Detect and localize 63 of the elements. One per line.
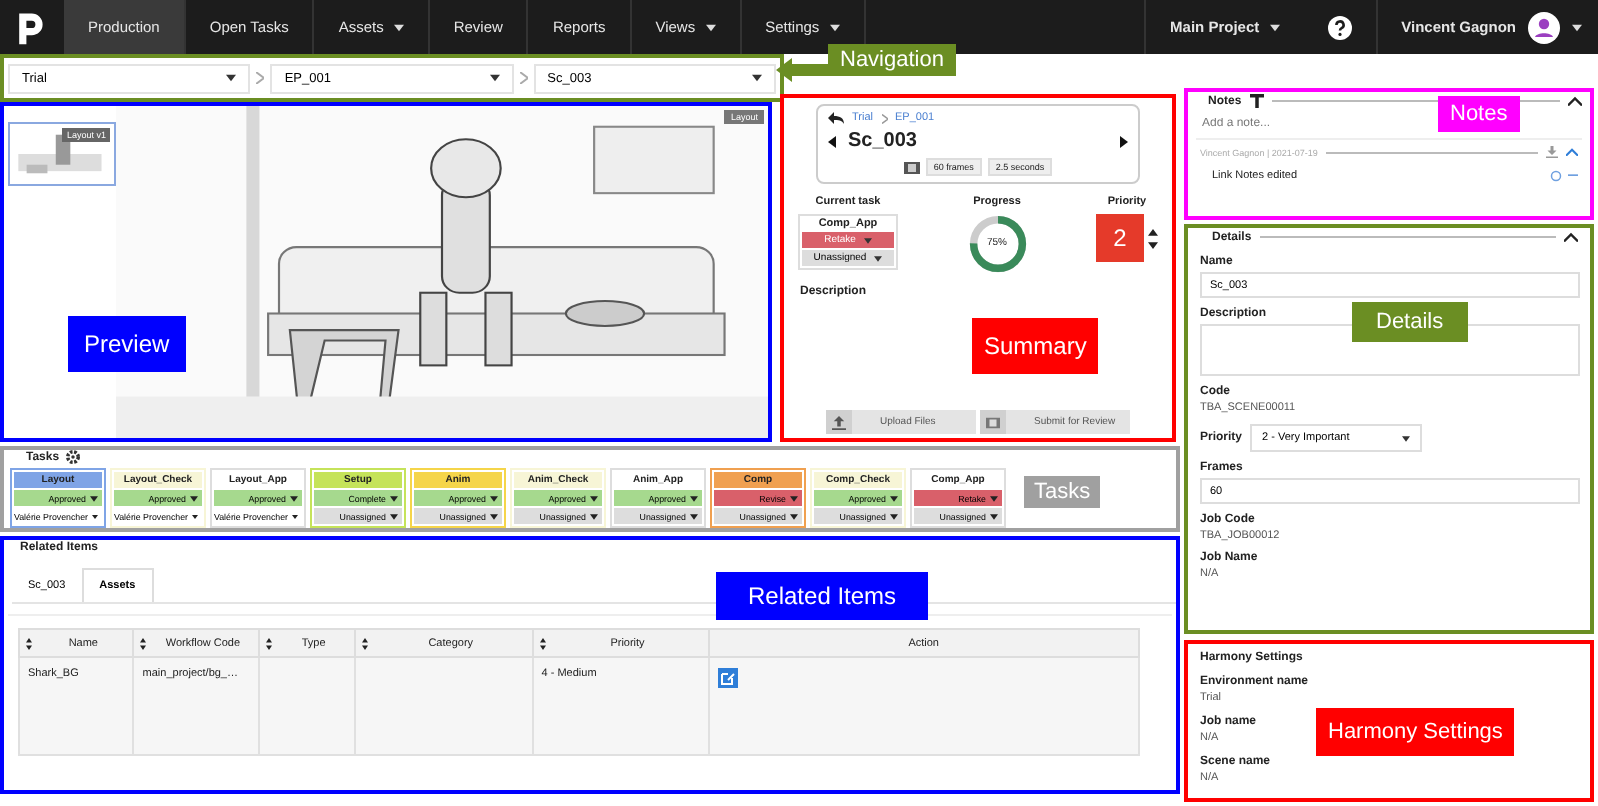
previous-icon[interactable] <box>828 135 836 147</box>
annotation-label: Related Items <box>716 572 929 620</box>
caret-icon <box>590 495 598 501</box>
caret-icon <box>1402 435 1411 441</box>
annotation-label: Harmony Settings <box>1316 708 1515 756</box>
caret-icon <box>890 495 898 501</box>
caret-icon <box>690 495 698 501</box>
film-icon <box>903 161 920 173</box>
sort-icon[interactable] <box>361 637 368 649</box>
caret-icon[interactable] <box>1572 23 1582 31</box>
caret-icon <box>990 513 998 519</box>
sort-icon[interactable] <box>539 637 546 649</box>
chevron-icon <box>519 72 528 84</box>
sort-icon[interactable] <box>26 637 32 649</box>
annotation-label: Details <box>1352 302 1468 342</box>
minus-icon[interactable] <box>1568 174 1578 178</box>
collapse-icon[interactable] <box>1564 232 1578 242</box>
settings-icon[interactable] <box>65 450 80 464</box>
help-icon[interactable] <box>1327 15 1352 39</box>
caret-icon <box>226 74 237 82</box>
caret-icon <box>790 513 798 519</box>
caret-icon <box>489 74 500 82</box>
collapse-icon[interactable] <box>1568 96 1582 106</box>
upload-icon <box>832 415 846 429</box>
caret-icon <box>790 495 798 501</box>
caret-icon <box>751 74 762 82</box>
caret-icon <box>192 513 198 519</box>
sort-icon[interactable] <box>265 637 272 649</box>
caret-icon <box>190 495 198 501</box>
chevron-icon <box>881 113 887 123</box>
caret-icon <box>390 495 398 501</box>
caret-icon <box>92 513 98 519</box>
caret-icon <box>1269 23 1280 31</box>
stepper-icon[interactable] <box>1148 227 1158 249</box>
scene-title: Sc_003 <box>848 130 917 152</box>
caret-icon <box>290 495 298 501</box>
caret-icon <box>863 237 872 243</box>
caret-icon <box>874 255 883 261</box>
caret-icon <box>390 513 398 519</box>
edit-icon[interactable] <box>717 668 738 688</box>
caret-icon <box>490 495 498 501</box>
avatar-icon[interactable] <box>1528 11 1560 43</box>
annotation-label: Notes <box>1438 96 1520 132</box>
caret-icon <box>490 513 498 519</box>
chevron-icon <box>256 72 265 84</box>
annotation-label: Navigation <box>828 44 956 76</box>
annotation-label: Tasks <box>1024 476 1101 508</box>
back-icon[interactable] <box>828 112 844 124</box>
caret-icon <box>90 495 98 501</box>
filter-icon[interactable] <box>1249 94 1264 108</box>
circle-icon[interactable] <box>1550 170 1562 182</box>
progress-ring <box>967 214 1027 274</box>
caret-icon <box>292 513 298 519</box>
priority-value: 2 <box>1096 214 1144 262</box>
next-icon[interactable] <box>1120 135 1128 147</box>
sort-icon[interactable] <box>140 637 147 649</box>
caret-icon <box>890 513 898 519</box>
caret-icon <box>990 495 998 501</box>
caret-icon <box>590 513 598 519</box>
caret-icon <box>690 513 698 519</box>
film-icon <box>986 415 1000 429</box>
download-icon[interactable] <box>1546 146 1558 158</box>
annotation-label: Summary <box>972 318 1099 374</box>
